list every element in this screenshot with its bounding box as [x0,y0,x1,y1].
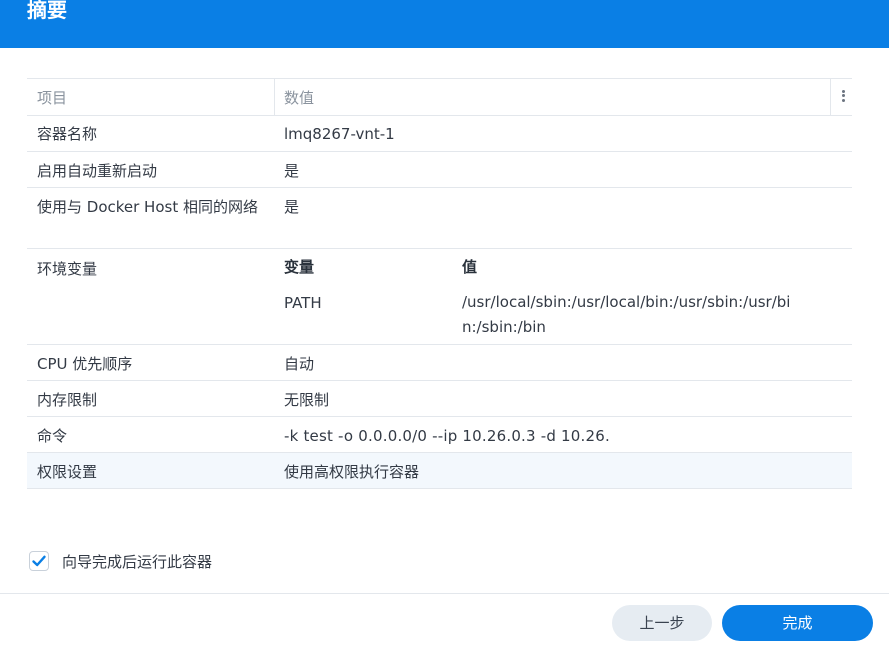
checkbox-box[interactable] [29,551,49,571]
row-value: lmq8267-vnt-1 [284,125,395,143]
row-key: 启用自动重新启动 [37,162,158,180]
env-column-variable: 变量 [284,258,315,276]
row-value: 无限制 [284,391,330,409]
table-row: 命令 -k test -o 0.0.0.0/0 --ip 10.26.0.3 -… [27,417,852,453]
column-header-value: 数值 [284,89,315,107]
row-key: 内存限制 [37,391,98,409]
table-row: 启用自动重新启动 是 [27,152,852,188]
row-key: 容器名称 [37,125,98,143]
row-value: 自动 [284,355,315,373]
row-key: 命令 [37,427,68,445]
row-key: CPU 优先顺序 [37,355,133,373]
column-divider [274,79,275,115]
table-row: CPU 优先顺序 自动 [27,345,852,381]
table-row: 权限设置 使用高权限执行容器 [27,453,852,489]
table-row: 使用与 Docker Host 相同的网络 是 [27,188,852,249]
dialog-title: 摘要 [27,0,67,22]
more-vertical-icon[interactable] [837,88,849,106]
run-after-wizard-checkbox[interactable]: 向导完成后运行此容器 [29,550,212,572]
column-header-item: 项目 [37,89,68,107]
check-icon [32,555,46,567]
row-key: 使用与 Docker Host 相同的网络 [37,198,258,216]
env-variable-value: /usr/local/sbin:/usr/local/bin:/usr/sbin… [462,293,791,336]
row-value: 是 [284,162,300,180]
table-header-row: 项目 数值 [27,79,852,116]
env-variable-name: PATH [284,294,322,312]
table-row: 内存限制 无限制 [27,381,852,417]
table-row-env: 环境变量 变量 值 PATH /usr/local/sbin:/usr/loca… [27,249,852,345]
summary-table: 项目 数值 容器名称 lmq8267-vnt-1 启用自动重新启动 是 使用与 … [27,78,852,489]
previous-button[interactable]: 上一步 [612,605,712,641]
row-value: 是 [284,198,300,216]
table-row: 容器名称 lmq8267-vnt-1 [27,116,852,152]
row-value: 使用高权限执行容器 [284,463,420,481]
done-button[interactable]: 完成 [722,605,873,641]
row-value: -k test -o 0.0.0.0/0 --ip 10.26.0.3 -d 1… [284,427,610,445]
row-key: 环境变量 [37,260,98,278]
column-divider [830,79,831,115]
row-key: 权限设置 [37,463,98,481]
footer-divider [0,593,889,594]
env-column-value: 值 [462,258,478,276]
dialog-header: 摘要 [0,0,889,48]
checkbox-label: 向导完成后运行此容器 [62,552,213,571]
